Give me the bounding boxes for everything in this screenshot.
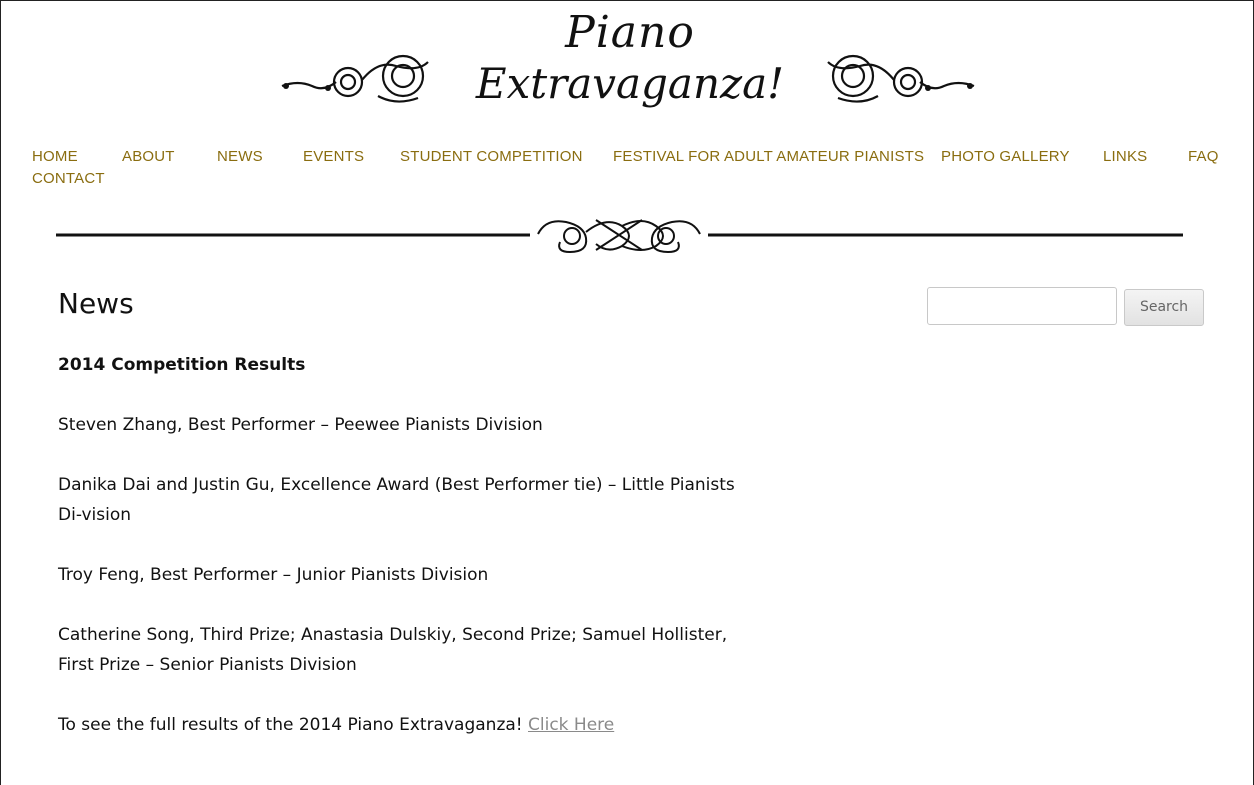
page-title: News: [58, 287, 134, 320]
nav-contact[interactable]: CONTACT: [32, 168, 105, 190]
right-flourish-icon: [827, 54, 975, 103]
news-paragraph: Catherine Song, Third Prize; Anastasia D…: [58, 625, 728, 675]
search-input[interactable]: [927, 287, 1117, 325]
nav-news[interactable]: NEWS: [217, 146, 263, 168]
nav-home[interactable]: HOME: [32, 146, 78, 168]
news-paragraph: Steven Zhang, Best Performer – Peewee Pi…: [58, 415, 543, 435]
nav-about[interactable]: ABOUT: [122, 146, 175, 168]
search-button[interactable]: Search: [1124, 289, 1204, 326]
nav-faq[interactable]: FAQ: [1188, 146, 1219, 168]
news-paragraph: Troy Feng, Best Performer – Junior Piani…: [58, 565, 489, 585]
logo-line2: Extravaganza!: [475, 59, 785, 108]
cta-paragraph: To see the full results of the 2014 Pian…: [58, 710, 758, 740]
left-flourish-icon: [281, 54, 429, 103]
news-content: 2014 Competition Results Steven Zhang, B…: [58, 350, 758, 770]
nav-festival-adult-amateur[interactable]: FESTIVAL FOR ADULT AMATEUR PIANISTS: [613, 146, 924, 168]
click-here-link[interactable]: Click Here: [528, 715, 614, 735]
logo-line1: Piano: [565, 7, 695, 58]
divider-flourish-icon: [56, 219, 1183, 254]
cta-text: To see the full results of the 2014 Pian…: [58, 715, 528, 735]
nav-links[interactable]: LINKS: [1103, 146, 1147, 168]
nav-student-competition[interactable]: STUDENT COMPETITION: [400, 146, 583, 168]
nav-events[interactable]: EVENTS: [303, 146, 364, 168]
nav-photo-gallery[interactable]: PHOTO GALLERY: [941, 146, 1070, 168]
logo-text: Piano Extravaganza!: [470, 8, 790, 108]
site-logo[interactable]: Piano Extravaganza!: [270, 8, 990, 130]
news-heading: 2014 Competition Results: [58, 355, 306, 375]
news-paragraph: Danika Dai and Justin Gu, Excellence Awa…: [58, 475, 735, 525]
